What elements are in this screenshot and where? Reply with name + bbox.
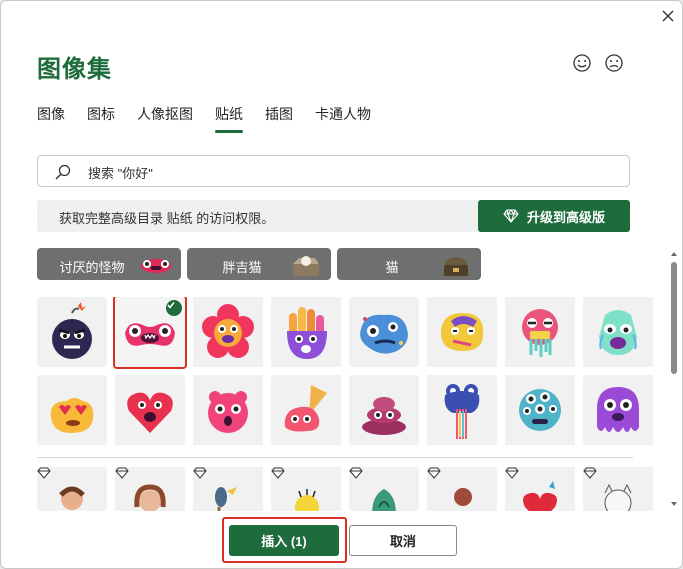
pink-bubble-monster-icon <box>208 391 248 433</box>
yellow-dizzy-monster-icon <box>441 313 484 351</box>
rainbow-frog-monster-icon <box>444 384 480 439</box>
sticker-item[interactable] <box>583 375 653 445</box>
sticker-item-selected[interactable] <box>113 297 187 369</box>
cartoon-bird-icon <box>215 487 237 511</box>
premium-sticker-item[interactable] <box>115 467 185 511</box>
category-tabs: 图像 图标 人像抠图 贴纸 插图 卡通人物 <box>37 101 393 133</box>
premium-sticker-item[interactable] <box>37 467 107 511</box>
sticker-item[interactable] <box>193 297 263 367</box>
yellow-creature-icon <box>295 489 319 511</box>
sticker-item[interactable] <box>505 375 575 445</box>
search-box[interactable]: 搜索 "你好" <box>37 155 630 187</box>
chip-label: 猫 <box>385 260 399 275</box>
premium-banner-text: 获取完整高级目录 贴纸 的访问权限。 <box>59 211 275 226</box>
poop-monster-icon <box>362 397 406 435</box>
chip-label: 胖吉猫 <box>222 260 262 275</box>
cartoon-girl-icon <box>134 484 166 511</box>
tab-illustrations[interactable]: 插图 <box>265 101 293 133</box>
scrollbar-thumb[interactable] <box>671 262 677 374</box>
sticker-item[interactable] <box>193 375 263 445</box>
love-eyes-blob-icon <box>50 398 94 433</box>
premium-sticker-item[interactable] <box>583 467 653 511</box>
many-eyes-monster-icon <box>519 389 561 431</box>
premium-sticker-item[interactable] <box>505 467 575 511</box>
sticker-item[interactable] <box>505 297 575 367</box>
cat-icon <box>604 483 632 511</box>
tab-images[interactable]: 图像 <box>37 101 65 133</box>
selected-check-icon <box>166 300 182 316</box>
subcategory-chips: 讨厌的怪物 胖吉猫 猫 <box>37 248 481 280</box>
tab-icons[interactable]: 图标 <box>87 101 115 133</box>
sticker-scrollbar[interactable] <box>668 244 680 512</box>
red-drooling-monster-icon <box>522 309 558 357</box>
sticker-item[interactable] <box>271 375 341 445</box>
sticker-item[interactable] <box>427 297 497 367</box>
cancel-button[interactable]: 取消 <box>349 525 457 556</box>
sticker-item[interactable] <box>115 375 185 445</box>
sticker-item[interactable] <box>37 375 107 445</box>
ice-cream-monster-icon <box>284 385 327 432</box>
sticker-item[interactable] <box>583 297 653 367</box>
premium-sticker-item[interactable] <box>193 467 263 511</box>
scroll-up-arrow-icon[interactable] <box>670 250 678 258</box>
flower-monster-icon <box>202 304 254 358</box>
sticker-item[interactable] <box>37 297 107 367</box>
premium-sticker-item[interactable] <box>349 467 419 511</box>
cat-box-thumbnail-icon <box>293 256 319 276</box>
cartoon-man-icon <box>59 486 85 510</box>
dialog-title: 图像集 <box>37 56 112 83</box>
upgrade-button-label: 升级到高级版 <box>526 209 605 225</box>
heart-monster-icon <box>127 392 173 433</box>
chip-label: 讨厌的怪物 <box>59 260 125 275</box>
premium-sticker-item[interactable] <box>427 467 497 511</box>
sticker-item[interactable] <box>427 375 497 445</box>
bomb-monster-icon <box>52 302 92 359</box>
frown-icon <box>605 54 623 72</box>
tab-cartoon-people[interactable]: 卡通人物 <box>315 101 371 133</box>
cat-thumbnail-icon <box>444 257 468 276</box>
close-icon <box>662 10 674 22</box>
scroll-down-arrow-icon[interactable] <box>670 500 678 508</box>
sticker-item[interactable] <box>271 297 341 367</box>
sticker-item[interactable] <box>349 297 419 367</box>
chip-nasty-monsters[interactable]: 讨厌的怪物 <box>37 248 181 280</box>
plant-monster-icon <box>372 489 396 511</box>
blue-splat-monster-icon <box>360 314 408 354</box>
red-heart-icon <box>523 481 557 511</box>
sticker-grid <box>37 297 655 511</box>
search-input[interactable]: 搜索 "你好" <box>88 163 153 182</box>
premium-divider <box>37 457 633 458</box>
purple-slime-monster-icon <box>597 387 639 432</box>
tab-stickers[interactable]: 贴纸 <box>215 101 243 133</box>
chip-cat[interactable]: 猫 <box>337 248 481 280</box>
sticker-item[interactable] <box>349 375 419 445</box>
woodcut-figure-icon <box>454 488 472 506</box>
monster-thumbnail-icon <box>141 259 171 273</box>
image-collection-dialog: 图像集 图像 图标 人像抠图 贴纸 插图 卡通人物 搜索 "你好" 获取完整高级… <box>0 0 683 569</box>
tab-cutout-people[interactable]: 人像抠图 <box>137 101 193 133</box>
crying-monster-icon <box>599 310 637 355</box>
frown-feedback-button[interactable] <box>604 53 624 73</box>
smile-icon <box>573 54 591 72</box>
diamond-icon <box>503 209 519 223</box>
search-icon <box>55 164 71 180</box>
premium-sticker-item[interactable] <box>271 467 341 511</box>
hand-monster-icon <box>287 307 327 359</box>
smile-feedback-button[interactable] <box>572 53 592 73</box>
close-button[interactable] <box>656 4 680 28</box>
insert-button[interactable]: 插入 (1) <box>229 525 339 556</box>
chip-chubby-cat[interactable]: 胖吉猫 <box>187 248 331 280</box>
upgrade-button[interactable]: 升级到高级版 <box>478 200 630 232</box>
